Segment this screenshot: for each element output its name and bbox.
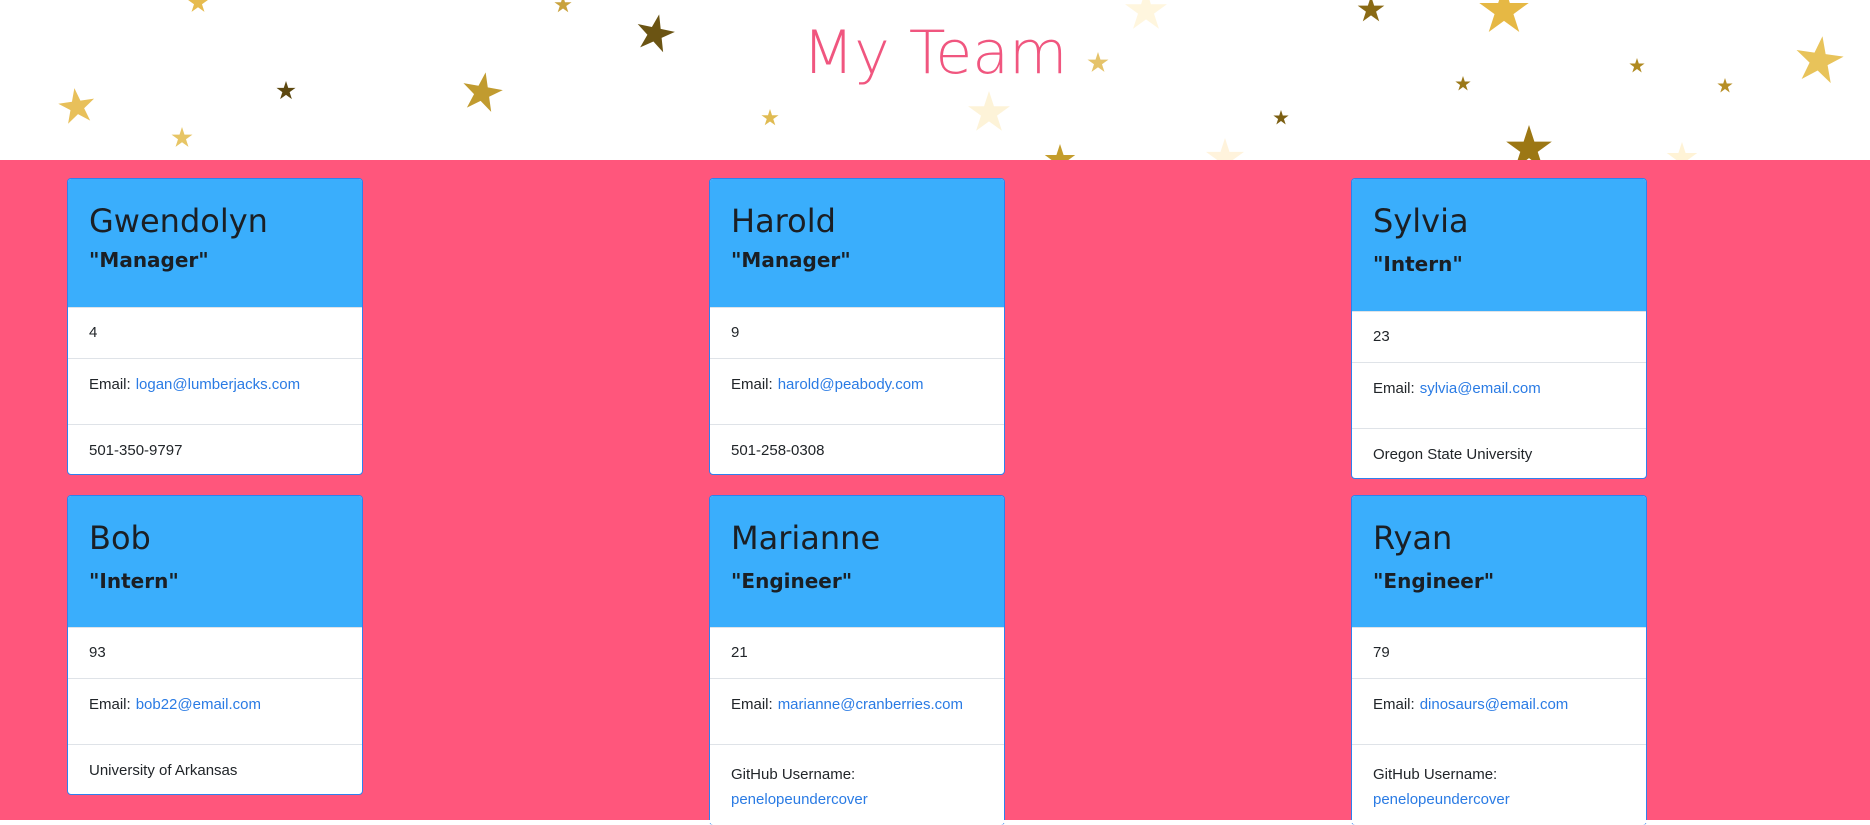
employee-details: 4 Email: logan@lumberjacks.com 501-350-9… [68, 307, 362, 474]
email-label: Email: [89, 376, 131, 393]
employee-card: Harold "Manager" 9 Email: harold@peabody… [709, 178, 1005, 475]
github-label: GitHub Username: [731, 766, 856, 783]
employee-name: Gwendolyn [89, 202, 268, 240]
employee-card: Marianne "Engineer" 21 Email: marianne@c… [709, 495, 1005, 825]
school-name: Oregon State University [1352, 428, 1646, 478]
github-row: GitHub Username: penelopeundercover [1352, 744, 1646, 822]
email-label: Email: [731, 376, 773, 393]
employee-role: "Manager" [89, 248, 209, 272]
email-label: Email: [1373, 696, 1415, 713]
employee-role: "Manager" [731, 248, 851, 272]
employee-details: 79 Email: dinosaurs@email.com GitHub Use… [1352, 627, 1646, 822]
employee-card: Ryan "Engineer" 79 Email: dinosaurs@emai… [1351, 495, 1647, 825]
employee-details: 9 Email: harold@peabody.com 501-258-0308 [710, 307, 1004, 474]
employee-name: Marianne [731, 519, 881, 557]
employee-id: 23 [1352, 311, 1646, 362]
employee-role: "Engineer" [1373, 569, 1495, 593]
employee-name: Ryan [1373, 519, 1453, 557]
email-link[interactable]: marianne@cranberries.com [778, 696, 963, 713]
employee-id: 9 [710, 307, 1004, 358]
card-header: Ryan "Engineer" [1352, 496, 1646, 627]
employee-id: 93 [68, 627, 362, 678]
employee-role: "Engineer" [731, 569, 853, 593]
office-number: 501-350-9797 [68, 424, 362, 474]
email-label: Email: [89, 696, 131, 713]
email-label: Email: [1373, 380, 1415, 397]
email-link[interactable]: logan@lumberjacks.com [136, 376, 300, 393]
employee-name: Sylvia [1373, 202, 1469, 240]
header-banner: My Team [0, 0, 1870, 160]
github-label: GitHub Username: [1373, 766, 1498, 783]
employee-role: "Intern" [89, 569, 179, 593]
github-row: GitHub Username: penelopeundercover [710, 744, 1004, 822]
employee-card: Gwendolyn "Manager" 4 Email: logan@lumbe… [67, 178, 363, 475]
employee-id: 4 [68, 307, 362, 358]
employee-email-row: Email: bob22@email.com [68, 678, 362, 744]
employee-email-row: Email: dinosaurs@email.com [1352, 678, 1646, 744]
employee-card: Sylvia "Intern" 23 Email: sylvia@email.c… [1351, 178, 1647, 479]
github-link[interactable]: penelopeundercover [1373, 791, 1510, 808]
card-header: Marianne "Engineer" [710, 496, 1004, 627]
card-header: Sylvia "Intern" [1352, 179, 1646, 311]
employee-details: 23 Email: sylvia@email.com Oregon State … [1352, 311, 1646, 478]
employee-email-row: Email: sylvia@email.com [1352, 362, 1646, 428]
employee-details: 21 Email: marianne@cranberries.com GitHu… [710, 627, 1004, 822]
employee-name: Bob [89, 519, 151, 557]
school-name: University of Arkansas [68, 744, 362, 794]
employee-role: "Intern" [1373, 252, 1463, 276]
office-number: 501-258-0308 [710, 424, 1004, 474]
employee-email-row: Email: harold@peabody.com [710, 358, 1004, 424]
email-link[interactable]: dinosaurs@email.com [1420, 696, 1569, 713]
email-label: Email: [731, 696, 773, 713]
employee-details: 93 Email: bob22@email.com University of … [68, 627, 362, 794]
employee-email-row: Email: marianne@cranberries.com [710, 678, 1004, 744]
page-title: My Team [802, 18, 1068, 88]
employee-id: 21 [710, 627, 1004, 678]
github-link[interactable]: penelopeundercover [731, 791, 868, 808]
email-link[interactable]: harold@peabody.com [778, 376, 924, 393]
employee-card: Bob "Intern" 93 Email: bob22@email.com U… [67, 495, 363, 795]
employee-id: 79 [1352, 627, 1646, 678]
card-header: Gwendolyn "Manager" [68, 179, 362, 307]
email-link[interactable]: bob22@email.com [136, 696, 261, 713]
email-link[interactable]: sylvia@email.com [1420, 380, 1541, 397]
employee-name: Harold [731, 202, 836, 240]
card-header: Harold "Manager" [710, 179, 1004, 307]
employee-email-row: Email: logan@lumberjacks.com [68, 358, 362, 424]
card-header: Bob "Intern" [68, 496, 362, 627]
